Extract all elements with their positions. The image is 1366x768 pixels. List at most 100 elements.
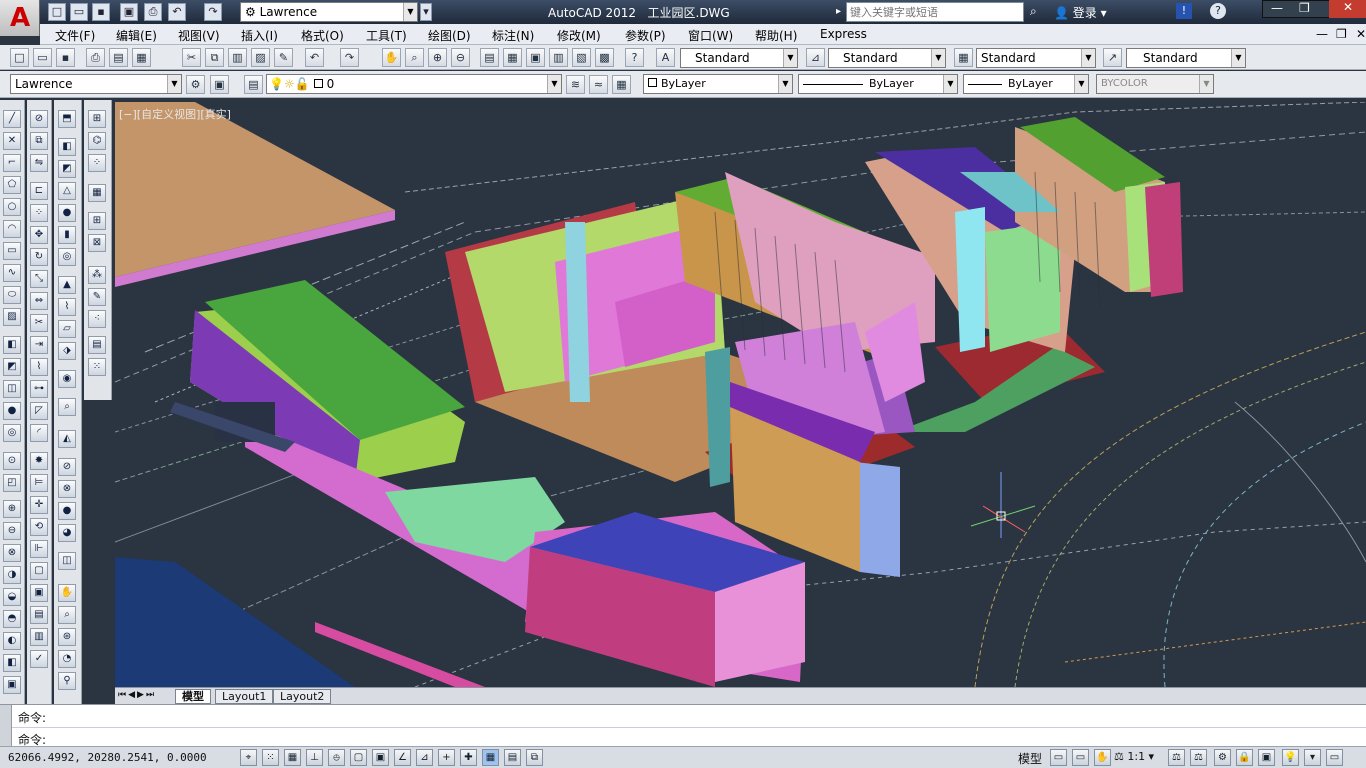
presspull-icon[interactable]: ◧ [3, 654, 21, 672]
tool-palettes-icon[interactable]: ▣ [526, 48, 545, 67]
mleader-style-select[interactable]: Standard ▼ [1126, 48, 1246, 68]
qat-menu-icon[interactable]: ▾ [420, 3, 432, 21]
sweep-icon[interactable]: ◓ [3, 610, 21, 628]
3d-osnap-icon[interactable]: ▣ [372, 749, 389, 766]
cylinder-icon[interactable]: ◫ [3, 380, 21, 398]
revolve-icon[interactable]: ◐ [3, 632, 21, 650]
quick-properties-icon[interactable]: ▤ [504, 749, 521, 766]
design-center-icon[interactable]: ▦ [503, 48, 522, 67]
make-current-icon[interactable]: ≋ [566, 75, 585, 94]
hardware-accel-icon[interactable]: ▣ [1258, 749, 1275, 766]
shell-icon[interactable]: ▢ [30, 562, 48, 580]
layer-select[interactable]: 💡☼🔓 0 ▼ [266, 74, 562, 94]
annotation-visibility-icon[interactable]: ⚖ [1168, 749, 1185, 766]
mirror-icon[interactable]: ⇋ [30, 154, 48, 172]
binoculars-icon[interactable]: ⌕ [1030, 4, 1037, 19]
save-icon[interactable]: ▪ [92, 3, 110, 21]
undo-tool-icon[interactable]: ↶ [305, 48, 324, 67]
box-icon[interactable]: ◧ [3, 336, 21, 354]
new-icon[interactable]: □ [48, 3, 66, 21]
viewports-icon[interactable]: ⊞ [88, 110, 106, 128]
preview-icon[interactable]: ▤ [109, 48, 128, 67]
table-style-icon[interactable]: ▦ [954, 48, 973, 67]
menu-express[interactable]: Express [820, 27, 867, 41]
rectangle-icon[interactable]: ▭ [3, 242, 21, 260]
polyline-icon[interactable]: ⌐ [3, 154, 21, 172]
polysolid-icon[interactable]: ⬒ [58, 110, 76, 128]
clip-viewport-icon[interactable]: ⁘ [88, 154, 106, 172]
annotation-scale[interactable]: ⚖ 1:1 ▾ [1114, 750, 1154, 763]
search-input[interactable] [846, 2, 1024, 22]
workspace-menu-icon[interactable]: ▣ [210, 75, 229, 94]
command-grip[interactable] [0, 705, 12, 747]
pan-status-icon[interactable]: ✋ [1094, 749, 1111, 766]
restore-icon[interactable]: ❐ [1299, 1, 1310, 15]
ortho-mode-icon[interactable]: ⊥ [306, 749, 323, 766]
scale-icon[interactable]: ⤡ [30, 270, 48, 288]
solid-wedge-icon[interactable]: ◩ [58, 160, 76, 178]
pan-icon[interactable]: ✋ [382, 48, 401, 67]
clean-icon[interactable]: ▥ [30, 628, 48, 646]
break-icon[interactable]: ⌇ [30, 358, 48, 376]
orbit-icon[interactable]: ⊙ [3, 452, 21, 470]
solid-cylinder-icon[interactable]: ▮ [58, 226, 76, 244]
3dmove-icon[interactable]: ✛ [30, 496, 48, 514]
copy-icon[interactable]: ⧉ [205, 48, 224, 67]
arc-icon[interactable]: ◠ [3, 220, 21, 238]
model-space-button[interactable]: 模型 [1018, 750, 1042, 767]
solid-helix-icon[interactable]: ⌇ [58, 298, 76, 316]
menu-help[interactable]: 帮助(H) [755, 27, 797, 44]
menu-edit[interactable]: 编辑(E) [116, 27, 157, 44]
close-icon[interactable]: ✕ [1329, 0, 1366, 18]
steering-icon[interactable]: ◔ [58, 650, 76, 668]
ucs-world-icon[interactable]: ⁂ [88, 266, 106, 284]
extrude-icon[interactable]: ▣ [3, 676, 21, 694]
print-icon[interactable]: ⎙ [144, 3, 162, 21]
slice-icon[interactable]: ◑ [3, 566, 21, 584]
polygonal-viewport-icon[interactable]: ⌬ [88, 132, 106, 150]
undo-icon[interactable]: ↶ [168, 3, 186, 21]
copy-object-icon[interactable]: ⧉ [30, 132, 48, 150]
rotate-icon[interactable]: ↻ [30, 248, 48, 266]
check-icon[interactable]: ✓ [30, 650, 48, 668]
quick-view-layouts-icon[interactable]: ▭ [1050, 749, 1067, 766]
layer-previous-icon[interactable]: ≈ [589, 75, 608, 94]
zoom-previous-icon[interactable]: ⊖ [451, 48, 470, 67]
clean-screen-icon[interactable]: ▭ [1326, 749, 1343, 766]
status-menu-icon[interactable]: ▾ [1304, 749, 1321, 766]
menu-modify[interactable]: 修改(M) [557, 27, 601, 44]
transparency-icon[interactable]: ▦ [482, 749, 499, 766]
infer-constraints-icon[interactable]: ⌖ [240, 749, 257, 766]
exchange-icon[interactable]: ! [1176, 3, 1192, 19]
viewport-controls-label[interactable]: [−][自定义视图][真实] [119, 106, 231, 122]
save-file-icon[interactable]: ▪ [56, 48, 75, 67]
drawing-viewport[interactable]: [−][自定义视图][真实] [115, 102, 1366, 687]
extend-icon[interactable]: ⇥ [30, 336, 48, 354]
ucs-zaxis-icon[interactable]: ⁖ [88, 310, 106, 328]
menu-dimension[interactable]: 标注(N) [492, 27, 534, 44]
ucs-origin-icon[interactable]: ✎ [88, 288, 106, 306]
solid-torus-icon[interactable]: ◎ [58, 248, 76, 266]
view-cube-icon[interactable]: ◰ [3, 474, 21, 492]
workspace-switch-icon[interactable]: ⚙ [1214, 749, 1231, 766]
pan-hand-icon[interactable]: ✋ [58, 584, 76, 602]
polar-tracking-icon[interactable]: ⦺ [328, 749, 345, 766]
offset-icon[interactable]: ⊏ [30, 182, 48, 200]
separate-icon[interactable]: ▤ [30, 606, 48, 624]
doc-minimize-icon[interactable]: — [1316, 27, 1328, 41]
imprint-icon[interactable]: ▣ [30, 584, 48, 602]
no-entry-icon[interactable]: ⊘ [58, 458, 76, 476]
dim-style-select[interactable]: Standard ▼ [828, 48, 946, 68]
dim-style-icon[interactable]: ⊿ [806, 48, 825, 67]
menu-window[interactable]: 窗口(W) [688, 27, 733, 44]
fillet-icon[interactable]: ◜ [30, 424, 48, 442]
spline-icon[interactable]: ∿ [3, 264, 21, 282]
ucs-previous-icon[interactable]: ⊠ [88, 234, 106, 252]
intersect-icon[interactable]: ⊗ [3, 544, 21, 562]
zoom-window-icon[interactable]: ⊕ [428, 48, 447, 67]
erase-icon[interactable]: ⊘ [30, 110, 48, 128]
join-icon[interactable]: ⊶ [30, 380, 48, 398]
union-icon[interactable]: ⊕ [3, 500, 21, 518]
redo-icon[interactable]: ↷ [204, 3, 222, 21]
wedge-icon[interactable]: ◩ [3, 358, 21, 376]
